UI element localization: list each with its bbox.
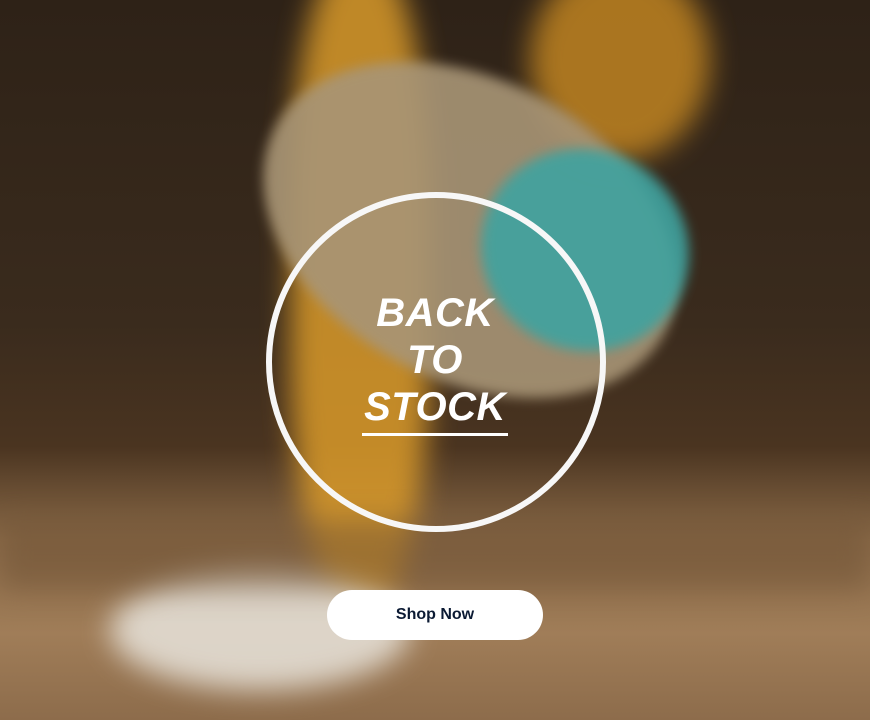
headline-line-1: BACK [376,291,494,335]
hero-banner: BACK TO STOCK Shop Now [0,0,870,720]
headline-line-3: STOCK [364,385,506,429]
headline: BACK TO STOCK [300,290,570,431]
shop-now-button[interactable]: Shop Now [327,590,543,640]
headline-underline [362,433,508,436]
headline-line-2: TO [407,338,463,382]
